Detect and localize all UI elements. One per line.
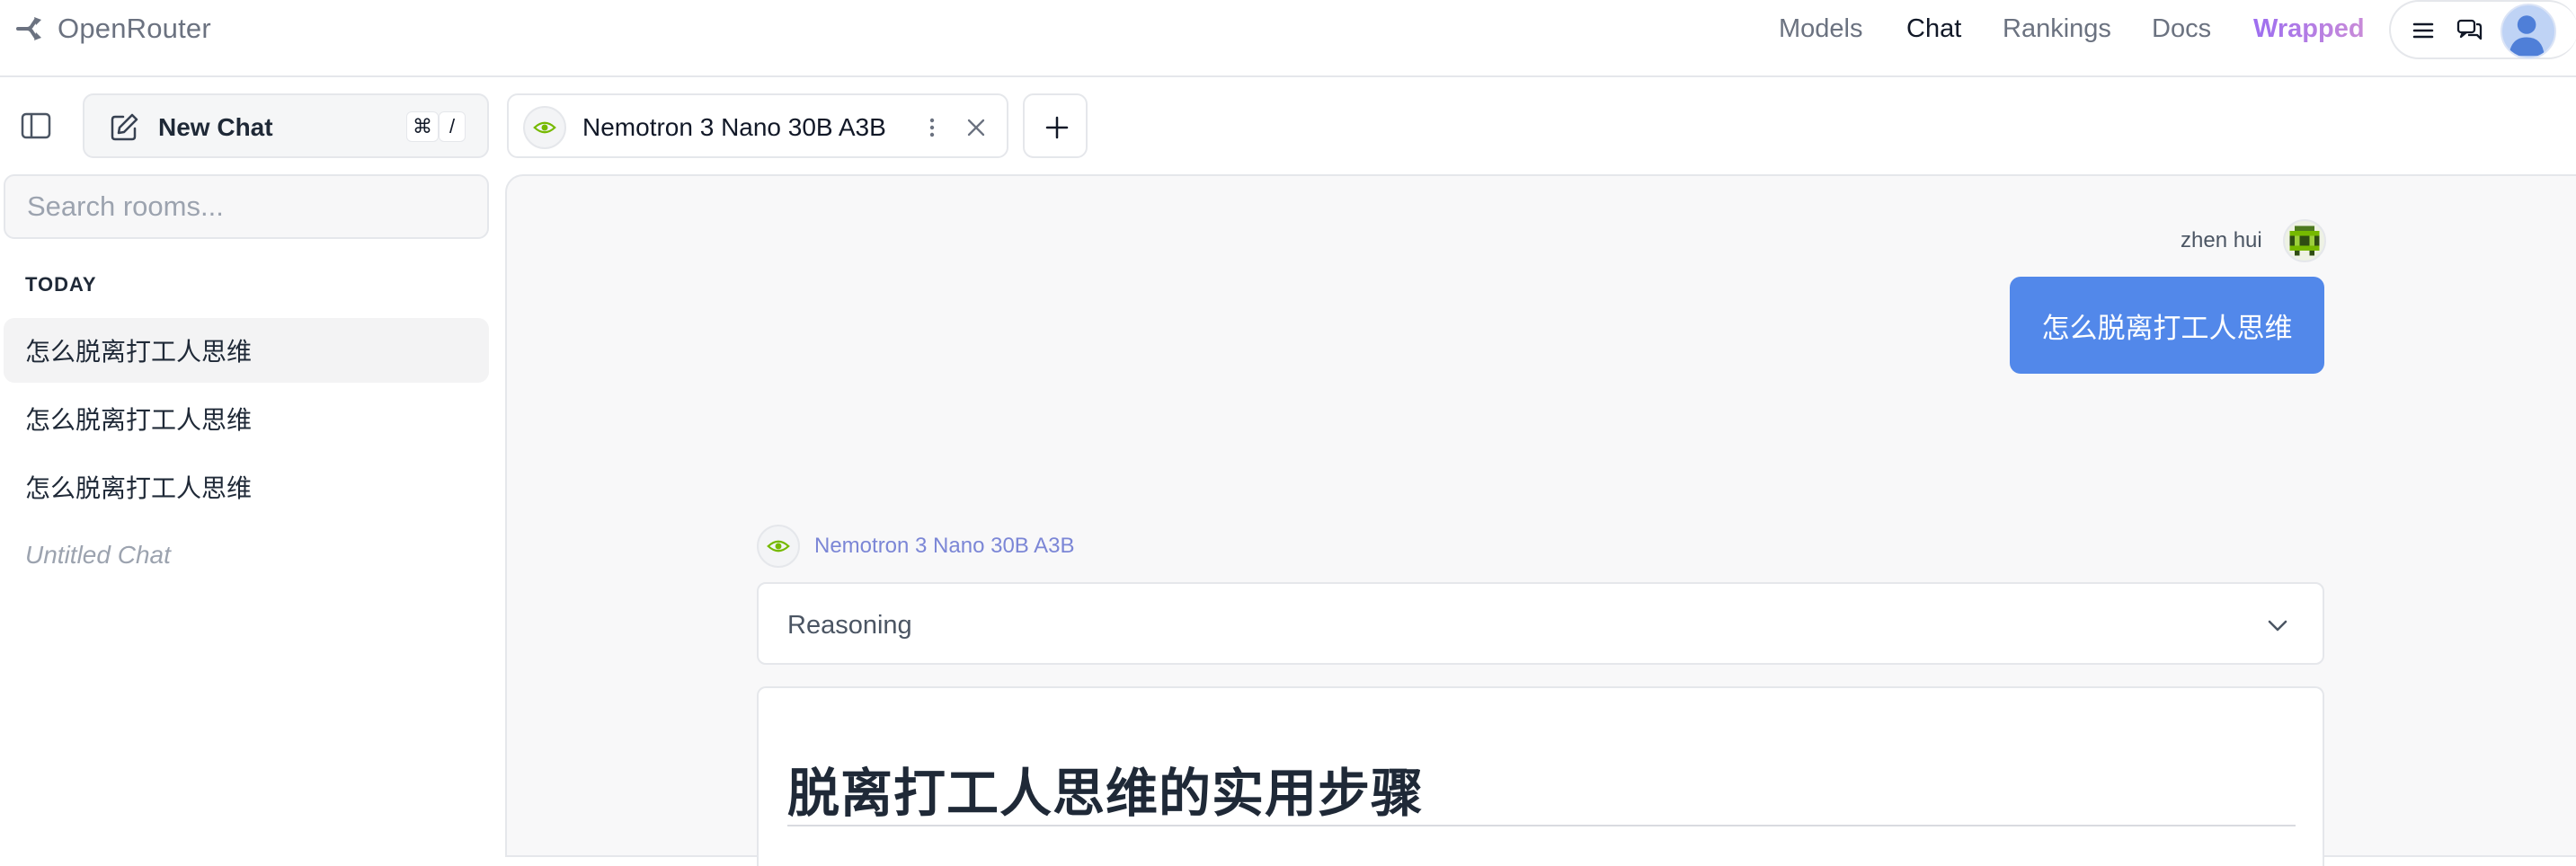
- edit-pen-icon: [111, 113, 138, 141]
- chat-bubbles-icon[interactable]: [2456, 16, 2484, 45]
- room-item[interactable]: 怎么脱离打工人思维: [4, 386, 489, 451]
- shortcut-slash-key: /: [439, 111, 466, 142]
- new-chat-label: New Chat: [158, 113, 273, 141]
- shortcut-cmd-key: ⌘: [406, 111, 439, 142]
- room-item[interactable]: 怎么脱离打工人思维: [4, 455, 489, 519]
- room-item-untitled[interactable]: Untitled Chat: [4, 523, 489, 588]
- menu-icon[interactable]: [2409, 16, 2438, 45]
- nav-rankings[interactable]: Rankings: [2003, 14, 2111, 44]
- new-chat-button[interactable]: New Chat ⌘ /: [83, 93, 489, 158]
- reasoning-collapsible[interactable]: Reasoning: [757, 582, 2324, 665]
- nav-wrapped[interactable]: Wrapped: [2253, 14, 2365, 44]
- user-message-bubble: 怎么脱离打工人思维: [2010, 277, 2324, 374]
- nvidia-logo-icon: [523, 106, 566, 149]
- nvidia-logo-icon: [757, 525, 800, 568]
- nav-chat[interactable]: Chat: [1906, 14, 1961, 44]
- section-title-today: TODAY: [25, 273, 97, 296]
- reasoning-label: Reasoning: [787, 611, 912, 640]
- search-rooms-input[interactable]: [4, 174, 489, 239]
- top-bar: OpenRouter Models Chat Rankings Docs Wra…: [0, 0, 2576, 77]
- room-item[interactable]: 怎么脱离打工人思维: [4, 318, 489, 383]
- tab-model[interactable]: Nemotron 3 Nano 30B A3B: [507, 93, 1008, 158]
- add-tab-button[interactable]: [1023, 93, 1088, 158]
- top-actions: [2389, 0, 2576, 59]
- heading-divider: [787, 825, 2296, 826]
- assistant-answer: 脱离打工人思维的实用步骤: [757, 686, 2324, 866]
- model-name[interactable]: Nemotron 3 Nano 30B A3B: [814, 534, 1075, 559]
- openrouter-logo-icon: [16, 17, 41, 40]
- sidebar-toggle-icon[interactable]: [20, 110, 52, 142]
- close-icon[interactable]: [965, 117, 987, 138]
- user-name: zhen hui: [2181, 228, 2262, 252]
- user-avatar[interactable]: [2500, 4, 2556, 59]
- brand-name: OpenRouter: [58, 13, 211, 44]
- user-silhouette-icon: [2509, 15, 2545, 57]
- nav-docs[interactable]: Docs: [2152, 14, 2211, 44]
- plus-icon: [1045, 116, 1069, 139]
- chevron-down-icon: [2268, 620, 2287, 632]
- nav-models[interactable]: Models: [1779, 14, 1863, 44]
- brand-link[interactable]: OpenRouter: [14, 11, 211, 47]
- answer-heading: 脱离打工人思维的实用步骤: [787, 763, 1425, 824]
- tab-label: Nemotron 3 Nano 30B A3B: [582, 113, 886, 141]
- more-options-icon[interactable]: [928, 113, 937, 142]
- user-pixel-avatar: [2283, 219, 2326, 262]
